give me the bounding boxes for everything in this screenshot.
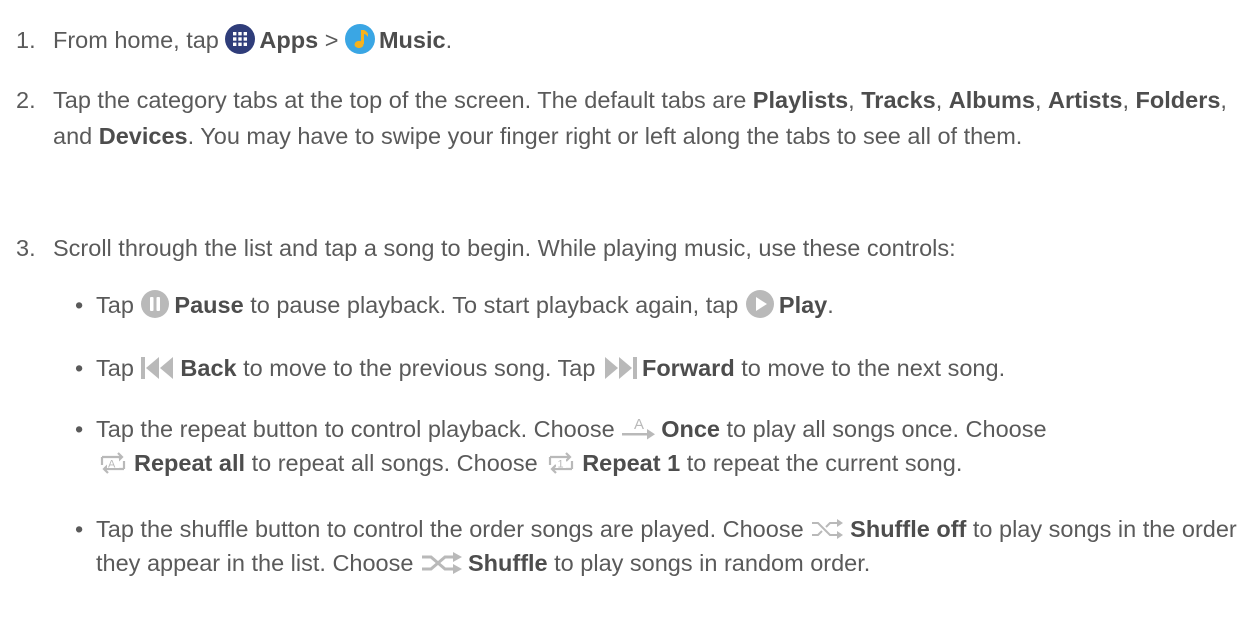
repeat-all-label: Repeat all — [134, 450, 246, 476]
repeat-one-label: Repeat 1 — [582, 450, 681, 476]
instructions-document: 1. From home, tap Apps > Music. 2. Tap t… — [0, 0, 1247, 637]
shuffle-icon — [420, 549, 464, 577]
bullet-dot: • — [75, 416, 84, 442]
once-icon: A — [621, 415, 657, 443]
tab-name-artists: Artists — [1048, 87, 1123, 113]
tab-name-folders: Folders — [1135, 87, 1221, 113]
bullet-shuffle: • Tap the shuffle button to control the … — [75, 512, 1237, 580]
back-label: Back — [180, 355, 237, 381]
tab-name-devices: Devices — [98, 123, 188, 149]
step-1: 1. From home, tap Apps > Music. — [16, 22, 1238, 58]
step-text: From home, tap — [53, 27, 219, 53]
bullet-pause-play: • Tap Pause to pause playback. To start … — [75, 288, 1237, 322]
svg-text:A: A — [634, 416, 644, 433]
bullet-text: to move to the next song. — [741, 355, 1006, 381]
bullet-dot: • — [75, 355, 84, 381]
step-text: Tap the category tabs at the top of the … — [53, 87, 747, 113]
step-2: 2. Tap the category tabs at the top of t… — [16, 82, 1238, 154]
step-number: 2. — [16, 87, 36, 113]
svg-text:1: 1 — [558, 459, 564, 471]
step-text: > — [324, 27, 339, 53]
bullet-text: Tap the shuffle button to control the or… — [96, 516, 804, 542]
bullet-back-forward: • Tap Back to move to the previous song.… — [75, 351, 1237, 385]
music-icon — [344, 24, 375, 54]
step-text: . You may have to swipe your finger righ… — [187, 123, 1023, 149]
bullet-text: Tap — [96, 292, 134, 318]
bullet-text: to repeat the current song. — [686, 450, 963, 476]
apps-icon — [225, 24, 256, 54]
bullet-text: Tap — [96, 355, 134, 381]
bullet-repeat: • Tap the repeat button to control playb… — [75, 412, 1237, 480]
tab-name-albums: Albums — [948, 87, 1035, 113]
bullet-text: to repeat all songs. Choose — [251, 450, 538, 476]
bullet-text: . — [827, 292, 834, 318]
shuffle-label: Shuffle — [467, 550, 548, 576]
repeat-all-icon: A — [96, 449, 130, 477]
step-text: . — [445, 27, 453, 53]
step-3: 3. Scroll through the list and tap a son… — [16, 230, 1238, 266]
music-label: Music — [378, 27, 446, 53]
forward-label: Forward — [641, 355, 735, 381]
back-icon — [140, 354, 176, 382]
step-number: 3. — [16, 235, 36, 261]
step-number: 1. — [16, 27, 36, 53]
tab-name-playlists: Playlists — [752, 87, 849, 113]
shuffle-off-icon — [810, 515, 846, 543]
repeat-one-icon: 1 — [544, 449, 578, 477]
pause-label: Pause — [174, 292, 244, 318]
bullet-text: to play all songs once. Choose — [726, 416, 1047, 442]
bullet-text: to play songs in random order. — [554, 550, 871, 576]
bullet-text: to move to the previous song. Tap — [243, 355, 596, 381]
play-icon — [745, 289, 775, 319]
separator: , — [1034, 87, 1042, 113]
separator: , — [1122, 87, 1129, 113]
apps-label: Apps — [259, 27, 319, 53]
tab-name-tracks: Tracks — [861, 87, 936, 113]
separator: , — [935, 87, 943, 113]
step-text: Scroll through the list and tap a song t… — [53, 235, 956, 261]
bullet-dot: • — [75, 516, 84, 542]
forward-icon — [602, 354, 638, 382]
pause-icon — [140, 289, 170, 319]
bullet-text: to pause playback. To start playback aga… — [250, 292, 739, 318]
shuffle-off-label: Shuffle off — [850, 516, 967, 542]
bullet-dot: • — [75, 292, 84, 318]
bullet-text: Tap the repeat button to control playbac… — [96, 416, 615, 442]
once-label: Once — [661, 416, 720, 442]
separator: , — [848, 87, 855, 113]
svg-text:A: A — [108, 459, 116, 471]
play-label: Play — [778, 292, 828, 318]
